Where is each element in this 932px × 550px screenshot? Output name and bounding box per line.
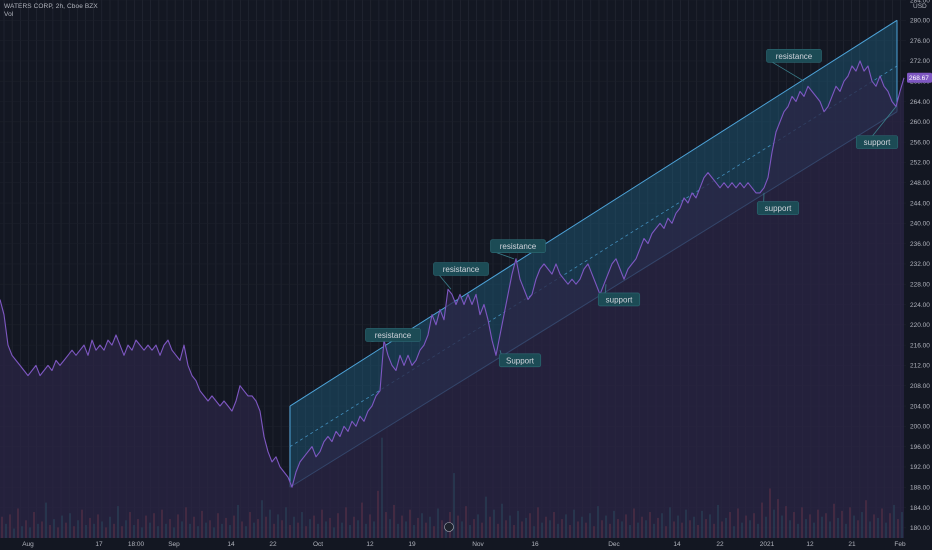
y-tick-label: 236.00: [910, 241, 930, 248]
y-tick-label: 272.00: [910, 58, 930, 65]
callout[interactable]: resistance: [365, 328, 421, 342]
callout-label: support: [864, 138, 891, 147]
x-tick-label: Sep: [168, 541, 180, 548]
y-tick-label: 280.00: [910, 18, 930, 25]
y-tick-label: 244.00: [910, 200, 930, 207]
symbol-title[interactable]: WATERS CORP, 2h, Cboe BZX: [4, 3, 98, 11]
x-tick-label: 21: [848, 541, 856, 548]
x-tick-label: Aug: [22, 541, 34, 548]
y-tick-label: 216.00: [910, 342, 930, 349]
y-tick-label: 264.00: [910, 99, 930, 106]
y-tick-label: 232.00: [910, 261, 930, 268]
callout-label: resistance: [776, 52, 813, 61]
y-tick-label: 224.00: [910, 302, 930, 309]
y-tick-label: 188.00: [910, 485, 930, 492]
y-tick-label: 180.00: [910, 525, 930, 532]
x-tick-label: 12: [366, 541, 374, 548]
y-tick-label: 256.00: [910, 139, 930, 146]
callout-label: Support: [506, 356, 535, 365]
x-tick-label: Feb: [894, 541, 906, 548]
x-tick-label: 18:00: [128, 541, 145, 548]
callout-label: support: [765, 204, 792, 213]
x-tick-label: 14: [673, 541, 681, 548]
x-tick-label: 17: [95, 541, 103, 548]
chart-legend: WATERS CORP, 2h, Cboe BZX Vol: [4, 3, 98, 19]
volume-indicator-label[interactable]: Vol: [4, 11, 98, 19]
currency-label[interactable]: USD: [913, 3, 927, 10]
y-tick-label: 212.00: [910, 363, 930, 370]
x-tick-label: 16: [531, 541, 539, 548]
y-tick-label: 220.00: [910, 322, 930, 329]
y-tick-label: 208.00: [910, 383, 930, 390]
x-tick-label: 14: [227, 541, 235, 548]
event-marker-icon[interactable]: [444, 522, 454, 532]
x-tick-label: 22: [716, 541, 724, 548]
last-price-label: 268.67: [909, 75, 929, 82]
callout-label: resistance: [375, 331, 412, 340]
y-tick-label: 276.00: [910, 38, 930, 45]
y-tick-label: 192.00: [910, 464, 930, 471]
y-tick-label: 240.00: [910, 221, 930, 228]
y-tick-label: 228.00: [910, 282, 930, 289]
x-tick-label: 19: [408, 541, 416, 548]
x-tick-label: 2021: [760, 541, 775, 548]
y-tick-label: 204.00: [910, 403, 930, 410]
callout-label: resistance: [500, 242, 537, 251]
x-tick-label: 12: [806, 541, 814, 548]
callout-pointer: [496, 252, 515, 260]
y-tick-label: 252.00: [910, 160, 930, 167]
x-tick-label: Oct: [313, 541, 323, 548]
x-tick-label: Dec: [608, 541, 620, 548]
x-tick-label: 22: [269, 541, 277, 548]
chart-container[interactable]: resistance resistance resistance Support sup…: [0, 0, 932, 550]
callout-label: support: [606, 295, 633, 304]
chart-canvas[interactable]: resistance resistance resistance Support sup…: [0, 0, 932, 550]
callout-label: resistance: [443, 265, 480, 274]
x-tick-label: Nov: [472, 541, 484, 548]
y-tick-label: 200.00: [910, 424, 930, 431]
y-tick-label: 196.00: [910, 444, 930, 451]
y-tick-label: 248.00: [910, 180, 930, 187]
y-tick-label: 260.00: [910, 119, 930, 126]
callout-pointer: [772, 61, 805, 82]
y-tick-label: 184.00: [910, 505, 930, 512]
callout-pointer: [439, 275, 452, 290]
